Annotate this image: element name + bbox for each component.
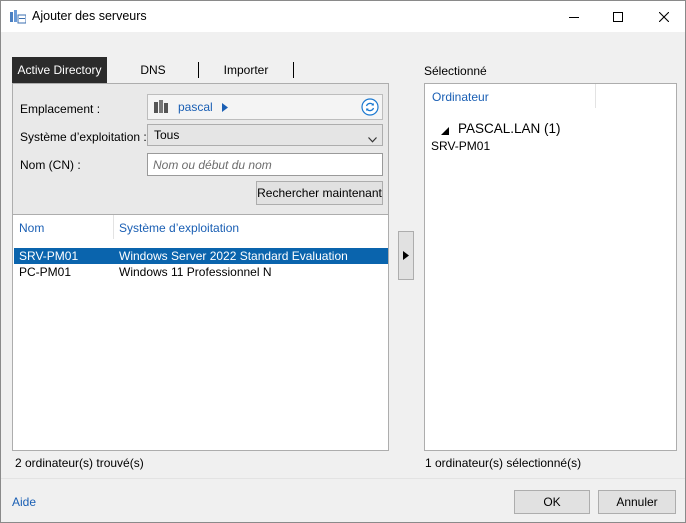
tab-separator <box>293 62 294 78</box>
selected-label: Sélectionné <box>424 64 487 78</box>
os-selected-value: Tous <box>154 128 180 142</box>
location-field[interactable]: pascal <box>147 94 383 120</box>
footer-divider <box>1 478 685 479</box>
window-title: Ajouter des serveurs <box>32 9 147 23</box>
ok-button[interactable]: OK <box>514 490 590 514</box>
row-name: PC-PM01 <box>19 265 72 279</box>
row-os: Windows Server 2022 Standard Evaluation <box>119 249 348 263</box>
table-row[interactable]: PC-PM01 Windows 11 Professionnel N <box>14 264 388 280</box>
tab-active-directory[interactable]: Active Directory <box>12 57 107 83</box>
chevron-down-icon <box>368 132 377 146</box>
row-name: SRV-PM01 <box>19 249 79 263</box>
maximize-button[interactable] <box>595 1 641 32</box>
os-dropdown[interactable]: Tous <box>147 124 383 146</box>
title-bar: Ajouter des serveurs <box>1 1 685 32</box>
add-to-selection-button[interactable] <box>398 231 414 280</box>
help-link[interactable]: Aide <box>12 495 36 509</box>
cancel-button[interactable]: Annuler <box>598 490 676 514</box>
close-button[interactable] <box>641 1 686 32</box>
refresh-icon[interactable] <box>361 98 379 116</box>
group-header[interactable]: PASCAL.LAN (1) <box>458 121 561 136</box>
results-list: Nom Système d’exploitation SRV-PM01 Wind… <box>12 214 389 451</box>
tab-importer[interactable]: Importer <box>198 57 294 83</box>
tab-dns[interactable]: DNS <box>124 57 182 83</box>
cn-input[interactable] <box>147 153 383 176</box>
column-header-os[interactable]: Système d’exploitation <box>119 221 239 235</box>
location-value[interactable]: pascal <box>178 100 213 114</box>
column-divider[interactable] <box>113 215 114 239</box>
selected-list: Ordinateur PASCAL.LAN (1) SRV-PM01 <box>424 83 677 451</box>
close-icon <box>659 11 669 22</box>
arrow-right-icon <box>403 251 409 260</box>
table-row[interactable]: SRV-PM01 Windows Server 2022 Standard Ev… <box>14 248 388 264</box>
column-header-name[interactable]: Nom <box>19 221 44 235</box>
server-manager-icon <box>10 9 27 24</box>
tab-strip: Active Directory DNS Importer <box>12 57 302 83</box>
breadcrumb-arrow-icon[interactable] <box>222 101 228 115</box>
cn-label: Nom (CN) : <box>20 158 81 172</box>
minimize-icon <box>569 16 579 18</box>
maximize-icon <box>613 11 623 22</box>
column-header-computer[interactable]: Ordinateur <box>432 90 489 104</box>
search-panel: Emplacement : pascal Système d’exploitat… <box>12 83 389 214</box>
minimize-button[interactable] <box>551 1 597 32</box>
found-count: 2 ordinateur(s) trouvé(s) <box>15 456 144 470</box>
row-os: Windows 11 Professionnel N <box>119 265 272 279</box>
column-divider[interactable] <box>595 84 596 108</box>
search-now-button[interactable]: Rechercher maintenant <box>256 181 383 205</box>
os-label: Système d’exploitation : <box>20 130 147 144</box>
location-label: Emplacement : <box>20 102 101 116</box>
server-stack-icon <box>154 100 168 114</box>
triangle-expanded-icon[interactable] <box>441 124 449 138</box>
list-item[interactable]: SRV-PM01 <box>431 139 490 153</box>
add-servers-dialog: Ajouter des serveurs Active Directory DN… <box>0 0 686 523</box>
selected-count: 1 ordinateur(s) sélectionné(s) <box>425 456 582 470</box>
